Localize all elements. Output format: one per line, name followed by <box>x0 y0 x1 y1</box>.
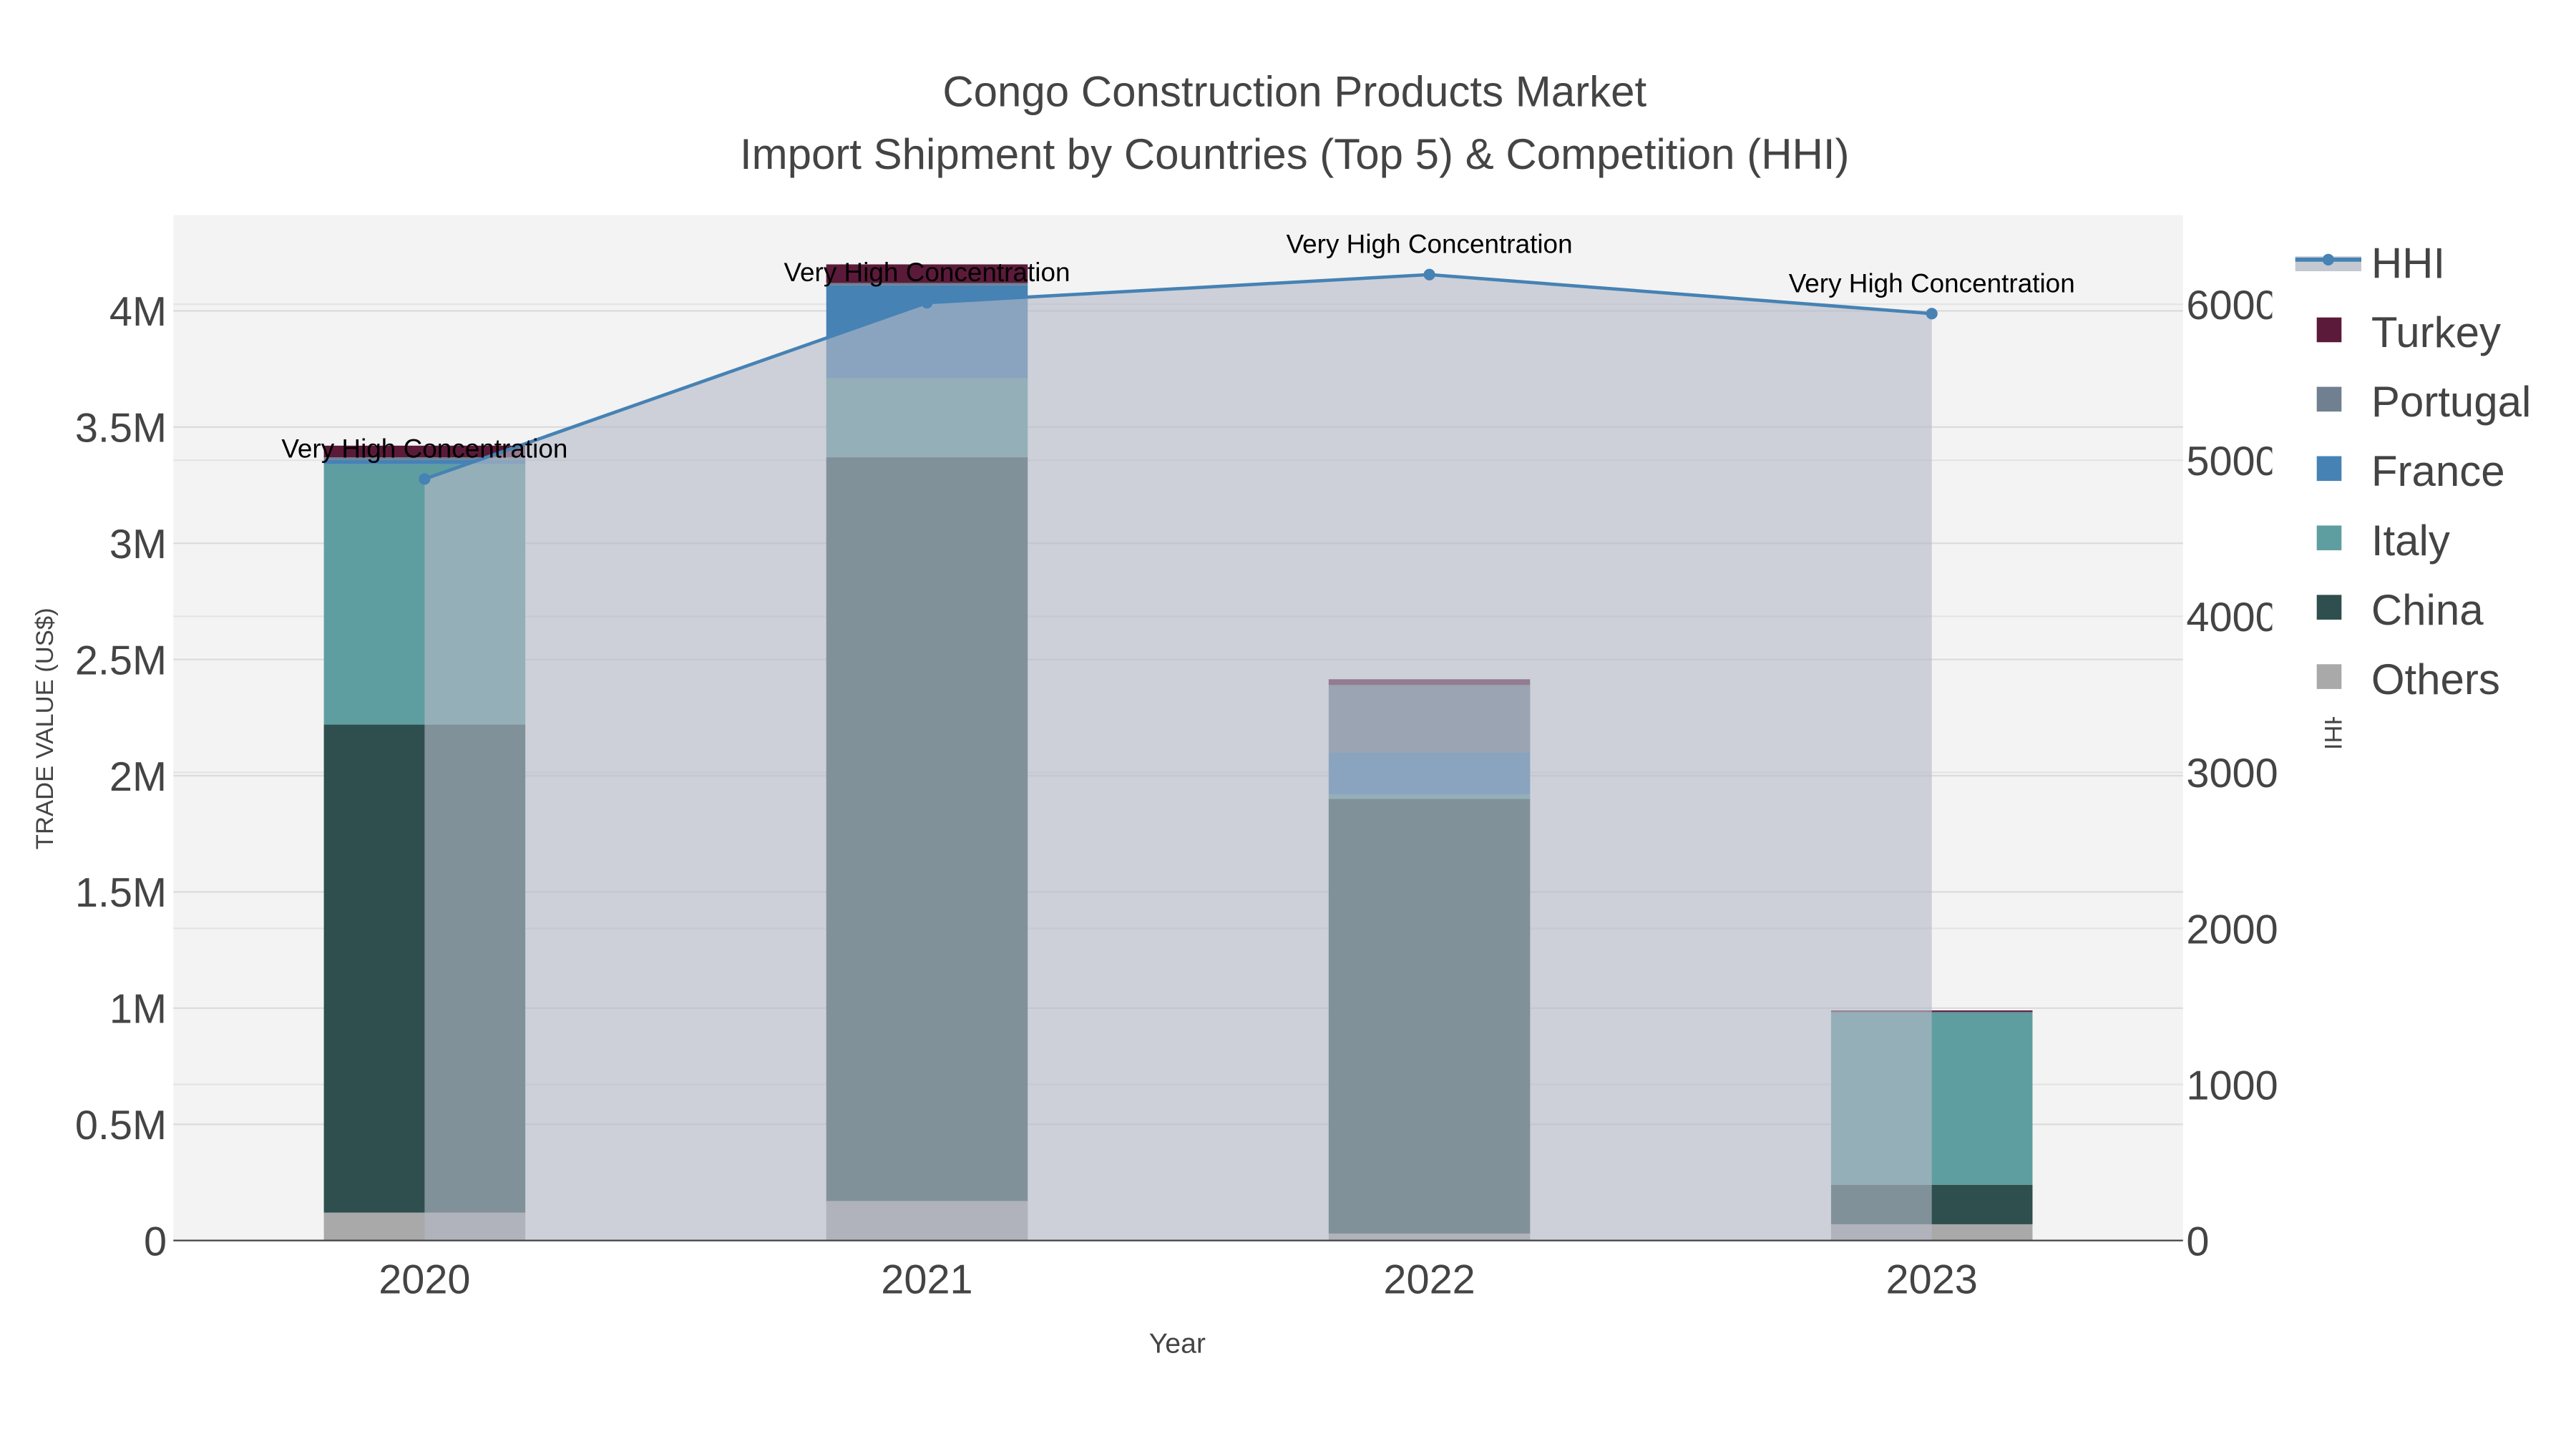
chart: 0 0.5M 1M 1.5M 2M 2.5M 3M 3.5M 4M 0 1000 2000 3000 4… <box>0 0 2576 1449</box>
x-tick-label: 2023 <box>1886 1257 1978 1303</box>
y2-tick-label: 4000 <box>2186 595 2278 640</box>
legend-swatch-italy <box>2316 525 2342 551</box>
x-tick-label: 2020 <box>379 1257 470 1303</box>
y-tick-label: 1M <box>109 987 167 1033</box>
legend-label-china: China <box>2371 586 2484 634</box>
y2-tick-label: 3000 <box>2186 751 2278 796</box>
chart-title: Congo Construction Products Market <box>942 67 1646 115</box>
hhi-annotation: Very High Concentration <box>281 434 567 463</box>
legend-label-italy: Italy <box>2371 517 2450 565</box>
legend-swatch-turkey <box>2316 317 2342 343</box>
legend-swatch-china <box>2316 595 2342 620</box>
hhi-point-2022 <box>1423 268 1435 280</box>
legend-swatch-portugal <box>2316 386 2342 412</box>
y-tick-label: 2.5M <box>75 638 167 683</box>
hhi-area <box>424 274 1932 1241</box>
hhi-annotation: Very High Concentration <box>1789 268 2075 298</box>
y2-tick-label: 6000 <box>2186 283 2278 328</box>
hhi-point-2020 <box>419 473 431 485</box>
hhi-series <box>419 268 1938 1241</box>
hhi-annotation: Very High Concentration <box>784 258 1070 287</box>
y-tick-label: 2M <box>109 754 167 800</box>
legend-label-others: Others <box>2371 655 2500 703</box>
y-tick-label: 1.5M <box>75 870 167 916</box>
hhi-annotation: Very High Concentration <box>1287 230 1573 259</box>
legend-swatch-france <box>2316 456 2342 482</box>
x-tick-label: 2022 <box>1383 1257 1475 1303</box>
legend-label-france: France <box>2371 447 2505 495</box>
chart-subtitle: Import Shipment by Countries (Top 5) & C… <box>740 130 1850 178</box>
y-tick-label: 3M <box>109 522 167 567</box>
y-tick-label: 0.5M <box>75 1103 167 1148</box>
legend: HHI Turkey Portugal France Italy China Others <box>2272 238 2576 718</box>
legend-label-turkey: Turkey <box>2371 308 2501 356</box>
y2-tick-label: 2000 <box>2186 907 2278 952</box>
y-axis-title: TRADE VALUE (US$) <box>31 608 59 849</box>
hhi-point-2021 <box>921 296 933 309</box>
hhi-point-2023 <box>1926 308 1938 320</box>
legend-swatch-others <box>2316 664 2342 689</box>
x-axis-title: Year <box>1149 1328 1206 1360</box>
x-tick-label: 2021 <box>881 1257 972 1303</box>
legend-label-portugal: Portugal <box>2371 378 2531 426</box>
y2-tick-label: 1000 <box>2186 1063 2278 1108</box>
y-tick-label: 0 <box>144 1219 167 1264</box>
legend-label-hhi: HHI <box>2371 239 2445 287</box>
y2-tick-label: 0 <box>2186 1219 2209 1264</box>
y-tick-label: 4M <box>109 289 167 335</box>
y2-tick-label: 5000 <box>2186 439 2278 484</box>
y-tick-label: 3.5M <box>75 406 167 452</box>
legend-hhi-marker <box>2322 253 2334 265</box>
